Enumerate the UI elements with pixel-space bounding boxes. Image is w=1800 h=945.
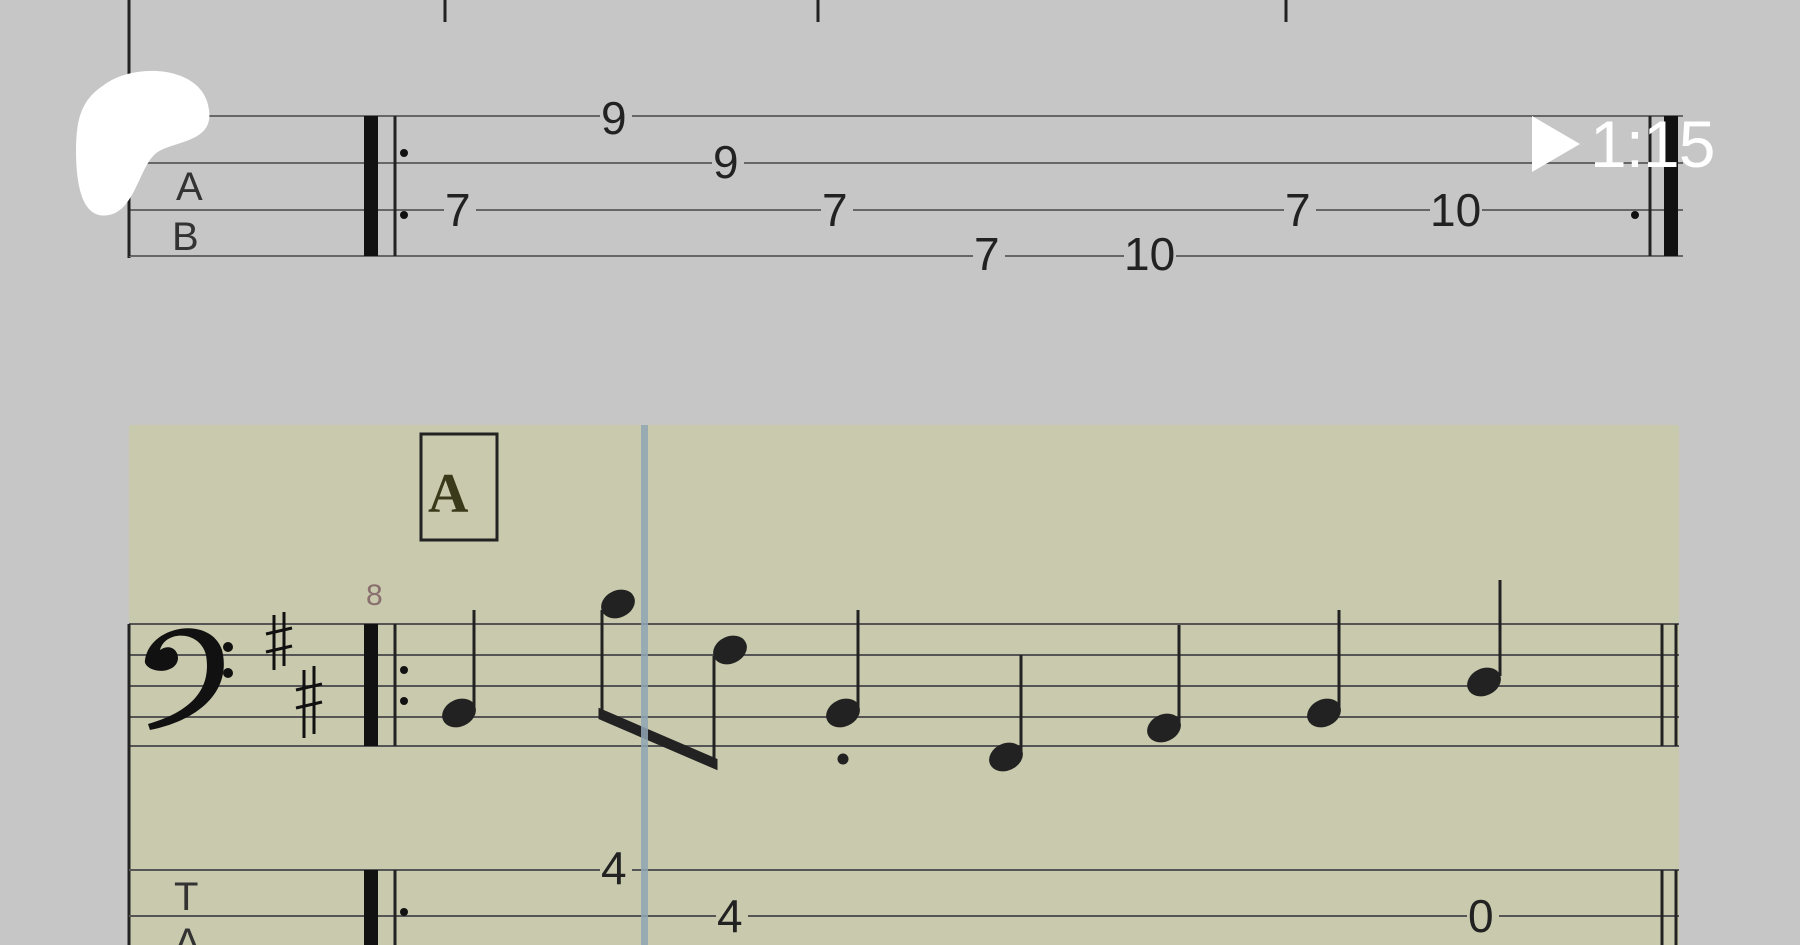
rehearsal-mark: A [428,463,469,525]
fret-number: 4 [601,842,627,894]
fret-number: 10 [1430,184,1481,236]
fret-number: 7 [445,184,471,236]
brand-blob-icon[interactable] [74,70,214,220]
fret-number: 9 [601,92,627,144]
fret-number: 10 [1124,228,1175,280]
playback-time: 1:15 [1590,107,1715,181]
fret-number: 7 [822,184,848,236]
score-canvas[interactable]: A B 9 9 7 7 7 10 7 10 A 8 T A 4 4 0 [0,0,1800,945]
playhead-cursor[interactable] [641,425,648,945]
previous-staff-fragment [127,0,1288,258]
tab-letter-a: A [174,921,201,945]
upper-tab-staff: A B 9 9 7 7 7 10 7 10 [127,92,1683,280]
measure-number: 8 [366,579,383,612]
playback-control[interactable]: 1:15 [1532,106,1715,182]
fret-number: 7 [1285,184,1311,236]
play-icon[interactable] [1532,116,1580,172]
fret-number: 7 [974,228,1000,280]
tab-letter-t: T [174,875,198,919]
upper-fret-numbers: 9 9 7 7 7 10 7 10 [444,92,1482,280]
tab-letter-b: B [172,215,199,259]
fret-number: 9 [713,136,739,188]
fret-number: 0 [1468,890,1494,942]
fret-number: 4 [717,890,743,942]
